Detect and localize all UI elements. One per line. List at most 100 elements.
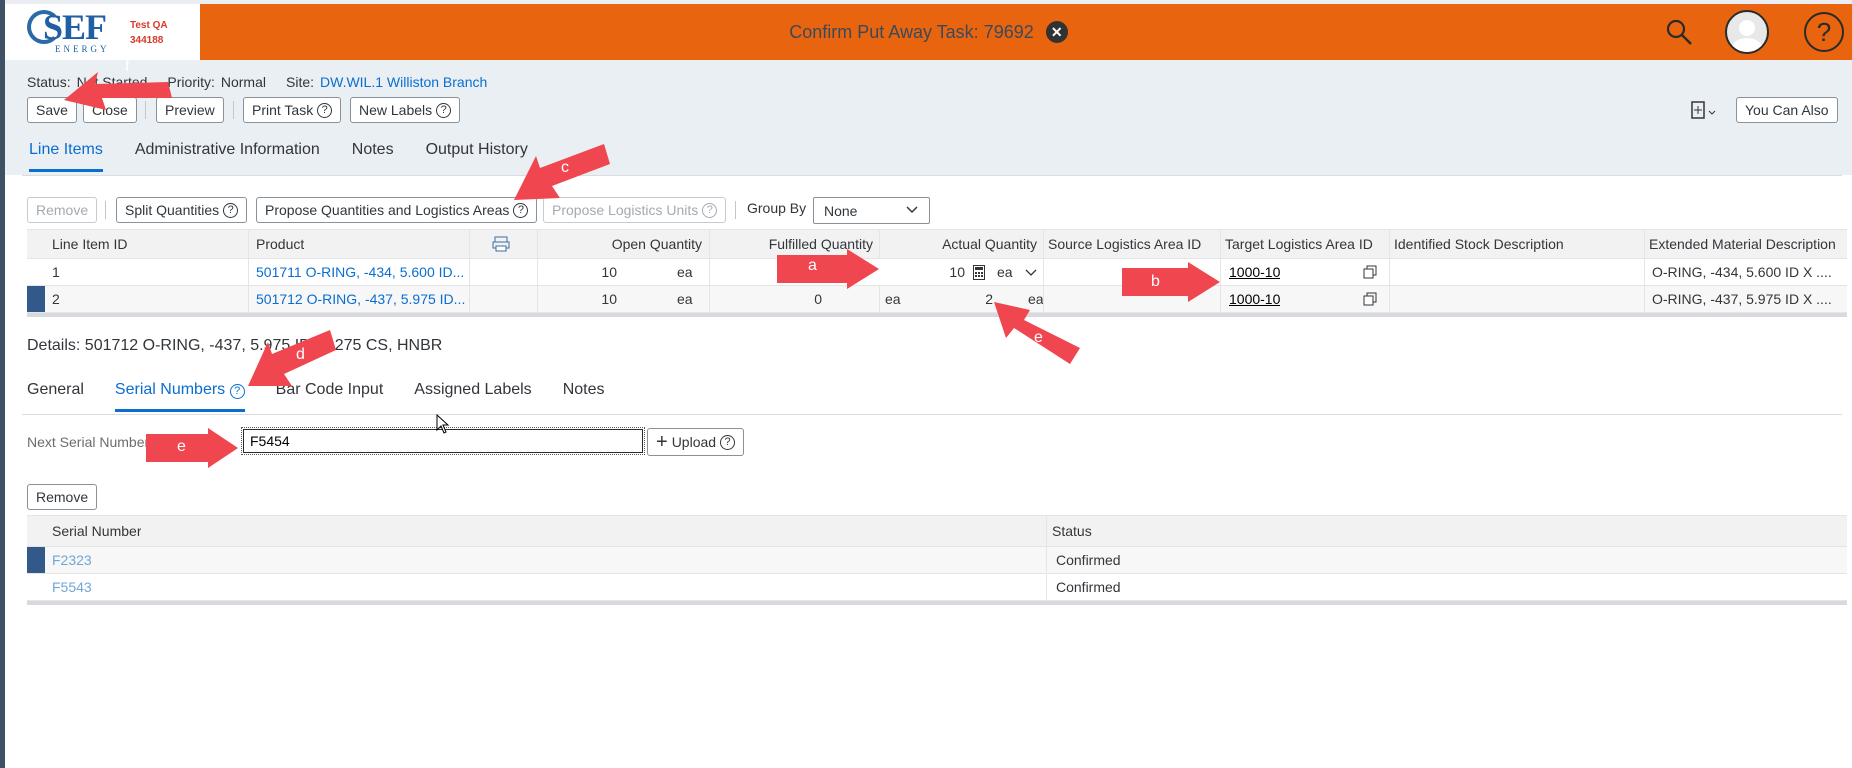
- site-label: Site:: [286, 74, 315, 90]
- table-row[interactable]: F5543 Confirmed: [27, 574, 1847, 601]
- split-quantities-button[interactable]: Split Quantities ?: [116, 197, 248, 223]
- tab-general[interactable]: General: [27, 381, 84, 412]
- tab-divider: [22, 414, 1842, 415]
- group-by-value: None: [824, 203, 858, 219]
- remove-serial-button[interactable]: Remove: [27, 484, 98, 510]
- column-divider: [1644, 286, 1645, 312]
- column-header-product[interactable]: Product: [256, 230, 304, 258]
- new-labels-label: New Labels: [359, 102, 433, 118]
- value-help-icon[interactable]: [1363, 286, 1377, 312]
- propose-quantities-label: Propose Quantities and Logistics Areas: [265, 202, 510, 218]
- annotation-label-b: b: [1151, 273, 1160, 290]
- extended-description: O-RING, -437, 5.975 ID X ....: [1652, 291, 1832, 307]
- target-logistics-area-input[interactable]: 1000-10: [1229, 286, 1280, 312]
- table-header-row: Line Item ID Product Open Quantity Fulfi…: [27, 229, 1847, 259]
- annotation-label-f: f: [125, 58, 130, 75]
- column-divider: [1043, 230, 1044, 258]
- tab-details-notes[interactable]: Notes: [563, 381, 605, 412]
- column-divider: [248, 230, 249, 258]
- table-row[interactable]: F2323 Confirmed: [27, 547, 1847, 574]
- column-divider: [248, 286, 249, 312]
- table-row[interactable]: 1 501711 O-RING, -434, 5.600 ID... 10 ea…: [27, 259, 1847, 286]
- column-header-source-logistics-area[interactable]: Source Logistics Area ID: [1048, 230, 1201, 258]
- toolbar-separator: [735, 201, 736, 219]
- column-divider: [469, 230, 470, 258]
- actual-uom-select[interactable]: ea: [997, 259, 1041, 285]
- annotation-arrow-c: [514, 144, 610, 200]
- tab-administrative-information[interactable]: Administrative Information: [135, 141, 320, 172]
- column-header-identified-stock[interactable]: Identified Stock Description: [1394, 230, 1564, 258]
- tab-line-items[interactable]: Line Items: [29, 141, 103, 172]
- search-icon[interactable]: [1665, 18, 1693, 49]
- print-task-button[interactable]: Print Task ?: [243, 97, 342, 123]
- column-header-target-logistics-area[interactable]: Target Logistics Area ID: [1225, 230, 1373, 258]
- print-icon[interactable]: [492, 230, 510, 258]
- extended-description: O-RING, -434, 5.600 ID X ....: [1652, 264, 1832, 280]
- mouse-cursor-icon: [436, 414, 450, 434]
- column-header-line-item-id[interactable]: Line Item ID: [52, 230, 127, 258]
- column-header-extended-description[interactable]: Extended Material Description: [1649, 230, 1836, 258]
- tab-serial-numbers-label: Serial Numbers: [114, 381, 226, 398]
- column-divider: [1389, 230, 1390, 258]
- shell-title-container: Confirm Put Away Task: 79692 ✕: [5, 21, 1852, 43]
- annotation-label-e-upper: e: [1034, 329, 1043, 346]
- annotation-arrow-f: [64, 72, 172, 110]
- target-logistics-area-input[interactable]: 1000-10: [1229, 259, 1280, 285]
- row-selection-indicator[interactable]: [27, 286, 45, 312]
- open-quantity-uom: ea: [677, 291, 693, 307]
- info-icon: ?: [317, 102, 333, 118]
- table-row[interactable]: 2 501712 O-RING, -437, 5.975 ID... 10 ea…: [27, 286, 1847, 313]
- serial-status: Confirmed: [1056, 579, 1121, 595]
- group-by-label: Group By: [747, 200, 807, 216]
- product-link[interactable]: 501711 O-RING, -434, 5.600 ID...: [256, 259, 464, 285]
- product-link[interactable]: 501712 O-RING, -437, 5.975 ID...: [256, 286, 465, 312]
- table-header-row: Serial Number Status: [27, 515, 1847, 547]
- remove-line-button[interactable]: Remove: [27, 197, 98, 223]
- calculator-icon[interactable]: [973, 259, 985, 285]
- tab-notes[interactable]: Notes: [352, 141, 394, 172]
- print-task-label: Print Task: [252, 102, 314, 118]
- site-link[interactable]: DW.WIL.1 Williston Branch: [320, 74, 487, 90]
- line-item-id: 1: [52, 264, 60, 280]
- column-header-actual-quantity[interactable]: Actual Quantity: [879, 230, 1037, 258]
- close-task-icon[interactable]: ✕: [1045, 21, 1068, 43]
- help-icon[interactable]: ?: [1804, 12, 1844, 52]
- open-quantity: 10: [601, 264, 617, 280]
- column-header-serial-number[interactable]: Serial Number: [52, 516, 141, 546]
- serial-numbers-table: Serial Number Status F2323 Confirmed F55…: [27, 515, 1847, 605]
- shell-header: SEF ENERGY Test QA 344188 Confirm Put Aw…: [5, 4, 1852, 60]
- annotation-label-d: d: [296, 346, 305, 363]
- value-help-icon[interactable]: [1363, 259, 1377, 285]
- column-header-status[interactable]: Status: [1052, 516, 1092, 546]
- next-serial-number-label: Next Serial Number: [27, 434, 150, 450]
- row-selection-indicator[interactable]: [27, 547, 45, 573]
- you-can-also-button[interactable]: You Can Also: [1736, 97, 1838, 123]
- split-quantities-label: Split Quantities: [125, 202, 220, 218]
- column-divider: [1220, 230, 1221, 258]
- page-title: Confirm Put Away Task: 79692: [789, 21, 1034, 42]
- group-by-select[interactable]: None: [813, 197, 930, 224]
- propose-quantities-button[interactable]: Propose Quantities and Logistics Areas ?: [256, 197, 538, 223]
- actual-quantity-input[interactable]: 10: [879, 259, 965, 285]
- info-icon: ?: [436, 102, 452, 118]
- tab-assigned-labels[interactable]: Assigned Labels: [414, 381, 531, 412]
- annotation-arrow-a: [777, 249, 879, 289]
- tab-serial-numbers[interactable]: Serial Numbers ?: [114, 381, 245, 412]
- column-divider: [1644, 230, 1645, 258]
- object-tabs: Line Items Administrative Information No…: [29, 141, 528, 172]
- upload-button[interactable]: + Upload ?: [647, 428, 745, 456]
- new-labels-button[interactable]: New Labels ?: [350, 97, 461, 123]
- actual-quantity[interactable]: 2: [879, 286, 993, 312]
- table-bottom-border: [27, 601, 1847, 605]
- serial-number-link[interactable]: F2323: [52, 547, 92, 573]
- annotation-arrow-d: [248, 330, 336, 386]
- info-icon: ?: [229, 384, 245, 399]
- column-header-open-quantity[interactable]: Open Quantity: [537, 230, 702, 258]
- column-divider: [1389, 259, 1390, 285]
- add-document-icon[interactable]: [1690, 100, 1720, 125]
- line-items-table: Line Item ID Product Open Quantity Fulfi…: [27, 229, 1847, 317]
- line-item-id: 2: [52, 291, 60, 307]
- serial-number-link[interactable]: F5543: [52, 574, 92, 600]
- user-avatar-icon[interactable]: [1725, 10, 1769, 54]
- annotation-label-c: c: [561, 159, 569, 176]
